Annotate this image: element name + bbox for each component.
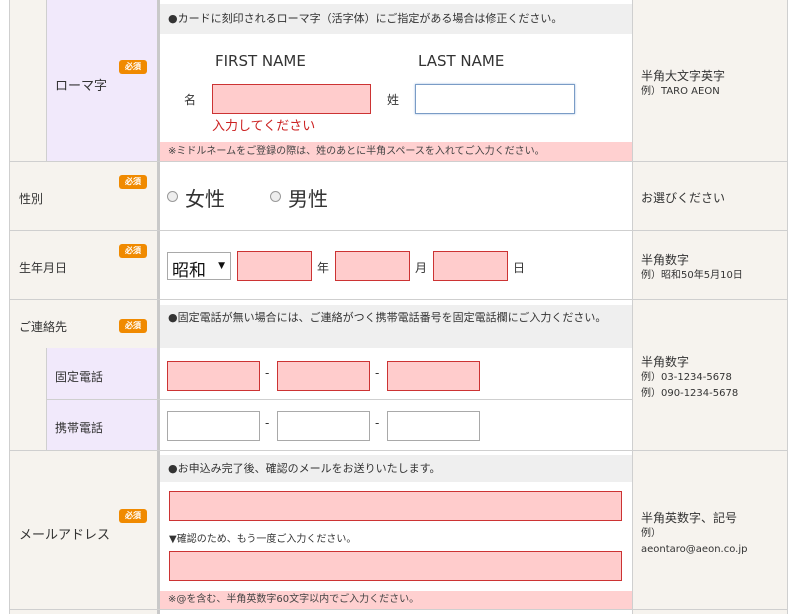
era-select[interactable]: 昭和 ▼ [167,252,231,281]
contact-hint-line3: 例）090-1234-5678 [641,388,739,399]
right-border [787,0,788,614]
first-name-header: FIRST NAME [215,52,306,70]
first-name-input[interactable] [212,84,371,114]
landline-label: 固定電話 [55,370,104,384]
birth-month-input[interactable] [335,251,410,281]
birth-year-input[interactable] [237,251,312,281]
email-hint: 半角英数字、記号 例） aeontaro@aeon.co.jp [641,510,787,558]
era-select-value: 昭和 [172,261,206,281]
row-divider [9,450,788,451]
landline-input-3[interactable] [387,361,480,391]
romaji-hint-line2: 例）TARO AEON [641,86,720,97]
romaji-hint: 半角大文字英字 例）TARO AEON [641,68,787,100]
male-radio[interactable] [270,191,281,202]
day-unit: 日 [513,261,526,275]
required-badge: 必須 [119,175,147,189]
birthdate-label: 生年月日 [19,261,68,275]
landline-input-2[interactable] [277,361,370,391]
mobile-input-2[interactable] [277,411,370,441]
left-border [9,0,10,614]
birthdate-hint: 半角数字 例）昭和50年5月10日 [641,252,787,284]
romaji-note: ●カードに刻印されるローマ字（活字体）にご指定がある場合は修正ください。 [160,4,632,34]
email-input[interactable] [169,491,622,521]
email-note: ●お申込み完了後、確認のメールをお送りいたします。 [160,455,632,482]
email-hint-line3: aeontaro@aeon.co.jp [641,544,748,555]
hint-column-border [632,0,633,614]
required-badge: 必須 [119,509,147,523]
birthdate-hint-line2: 例）昭和50年5月10日 [641,270,743,281]
required-badge: 必須 [119,244,147,258]
romaji-hint-line1: 半角大文字英字 [641,69,726,83]
row-divider [9,609,788,610]
romaji-sub-border [46,0,47,161]
row-divider [9,230,788,231]
landline-separator-1: - [265,366,270,380]
contact-hint-line1: 半角数字 [641,355,690,369]
email-hint-line1: 半角英数字、記号 [641,511,738,525]
required-badge: 必須 [119,60,147,74]
romaji-error-message: 入力してください [212,119,316,134]
birth-day-input[interactable] [433,251,508,281]
romaji-footer-note: ※ミドルネームをご登録の際は、姓のあとに半角スペースを入れてご入力ください。 [160,142,632,161]
mobile-separator-1: - [265,416,270,430]
last-name-input[interactable] [415,84,575,114]
mobile-separator-2: - [375,416,380,430]
email-hint-line2: 例） [641,528,661,539]
last-name-label: 姓 [387,93,400,107]
email-footer-note: ※@を含む、半角英数字60文字以内でご入力ください。 [160,591,632,609]
landline-input-1[interactable] [167,361,260,391]
mobile-input-3[interactable] [387,411,480,441]
month-unit: 月 [415,261,428,275]
birthdate-hint-line1: 半角数字 [641,253,690,267]
row-divider [9,299,788,300]
last-name-header: LAST NAME [418,52,505,70]
mobile-input-1[interactable] [167,411,260,441]
gender-hint: お選びください [641,191,726,205]
female-radio[interactable] [167,191,178,202]
romaji-label: ローマ字 [55,79,108,94]
form-left-margin [0,0,9,614]
chevron-down-icon: ▼ [218,261,225,271]
contact-note: ●固定電話が無い場合には、ご連絡がつく携帯電話番号を固定電話欄にご入力ください。 [160,305,632,348]
email-label: メールアドレス [19,528,111,543]
landline-separator-2: - [375,366,380,380]
male-label[interactable]: 男性 [288,183,328,212]
row-divider [9,161,788,162]
required-badge: 必須 [119,319,147,333]
gender-label: 性別 [19,192,44,206]
contact-hint-line2: 例）03-1234-5678 [641,372,732,383]
first-name-label: 名 [184,93,197,107]
contact-hint: 半角数字 例）03-1234-5678 例）090-1234-5678 [641,354,787,402]
email-confirm-input[interactable] [169,551,622,581]
contact-label: ご連絡先 [19,320,68,334]
form-right-margin [787,0,795,614]
year-unit: 年 [317,261,330,275]
row-divider [46,399,633,400]
email-confirm-note: ▼確認のため、もう一度ご入力ください。 [169,534,357,545]
mobile-label: 携帯電話 [55,421,104,435]
female-label[interactable]: 女性 [185,183,225,212]
